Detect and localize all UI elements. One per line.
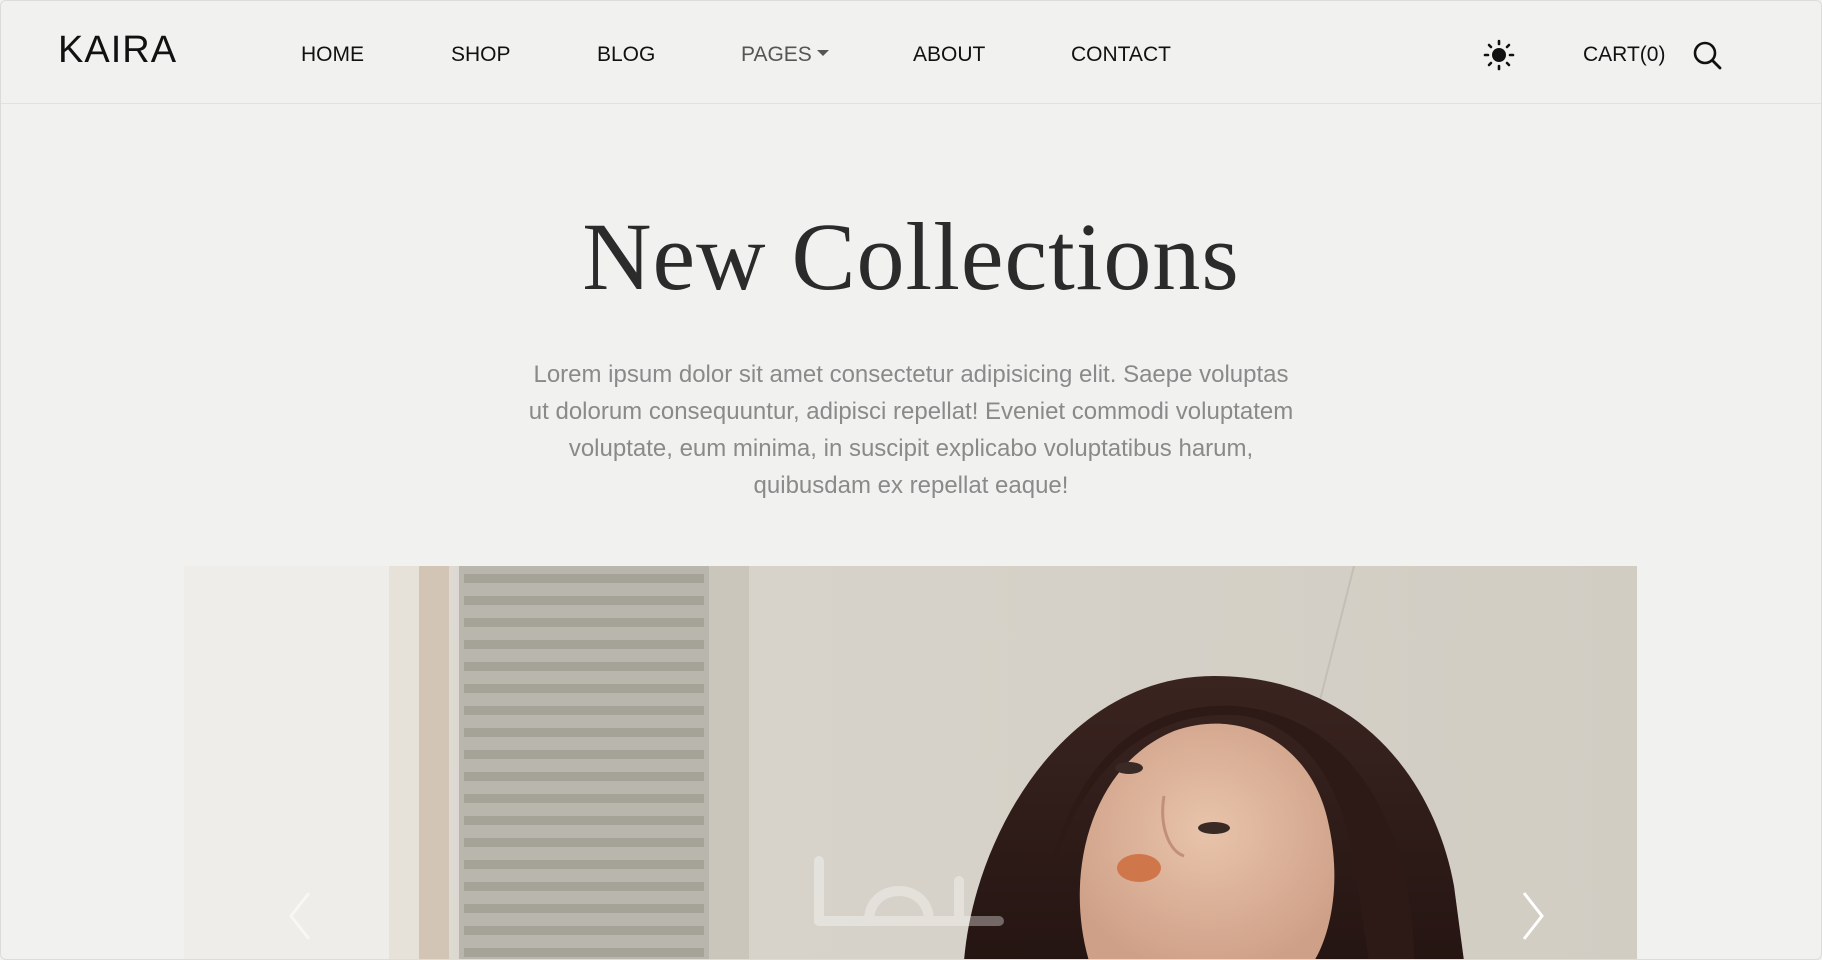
caret-down-icon	[816, 50, 829, 57]
page-title: New Collections	[582, 203, 1240, 310]
hero-slider[interactable]	[184, 566, 1637, 959]
nav-shop[interactable]: SHOP	[451, 43, 511, 67]
nav-blog[interactable]: BLOG	[597, 43, 655, 67]
logo[interactable]: KAIRA	[58, 29, 177, 72]
cart-link[interactable]: CART(0)	[1583, 43, 1665, 67]
sun-icon[interactable]	[1483, 39, 1515, 71]
search-icon[interactable]	[1691, 39, 1723, 71]
nav-pages-label: PAGES	[741, 43, 812, 66]
browser-frame: KAIRA HOME SHOP BLOG PAGES ABOUT CONTACT	[0, 0, 1822, 960]
site-header: KAIRA HOME SHOP BLOG PAGES ABOUT CONTACT	[1, 1, 1821, 104]
nav-home[interactable]: HOME	[301, 43, 364, 67]
nav-about[interactable]: ABOUT	[913, 43, 985, 67]
chevron-right-icon[interactable]	[1514, 881, 1554, 951]
hero-description: Lorem ipsum dolor sit amet consectetur a…	[528, 361, 1294, 499]
nav-contact[interactable]: CONTACT	[1071, 43, 1171, 67]
nav-pages-dropdown[interactable]: PAGES	[741, 43, 829, 67]
watermark-image	[814, 856, 1004, 926]
chevron-left-icon[interactable]	[279, 881, 319, 951]
